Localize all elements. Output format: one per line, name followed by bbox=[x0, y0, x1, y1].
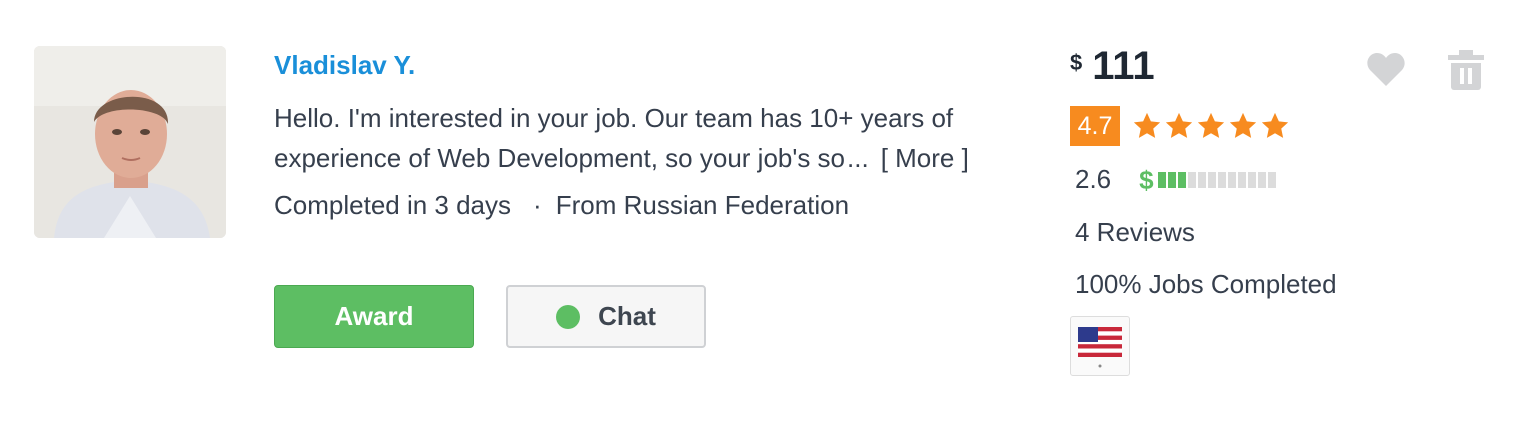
avatar-photo bbox=[34, 46, 226, 238]
earnings-bar bbox=[1237, 171, 1246, 188]
earnings-bar bbox=[1217, 171, 1226, 188]
rating-row: 4.7 bbox=[1070, 106, 1290, 146]
star-icon bbox=[1165, 112, 1193, 138]
description-line-2-text: experience of Web Development, so your j… bbox=[274, 143, 846, 173]
chat-button-label: Chat bbox=[598, 301, 656, 331]
rating-badge: 4.7 bbox=[1070, 106, 1120, 146]
earnings-bar bbox=[1227, 171, 1236, 188]
star-icon bbox=[1261, 112, 1289, 138]
description-line-2: experience of Web Development, so your j… bbox=[274, 138, 1014, 178]
award-button-label: Award bbox=[334, 301, 414, 331]
earnings-bar bbox=[1157, 171, 1166, 188]
earnings-bars bbox=[1157, 171, 1276, 188]
award-button[interactable]: Award bbox=[274, 285, 474, 348]
location: From Russian Federation bbox=[555, 190, 850, 220]
more-link[interactable]: [ More ] bbox=[881, 143, 969, 173]
earnings-bar bbox=[1207, 171, 1216, 188]
chat-button[interactable]: Chat bbox=[506, 285, 706, 348]
jobs-completed: 100% Jobs Completed bbox=[1075, 269, 1337, 299]
us-flag-icon bbox=[1078, 327, 1122, 368]
star-icon bbox=[1229, 112, 1257, 138]
earnings-bar bbox=[1257, 171, 1266, 188]
reviews-count[interactable]: 4 Reviews bbox=[1075, 217, 1195, 248]
star-icon bbox=[1197, 112, 1225, 138]
earnings-bar bbox=[1267, 171, 1276, 188]
star-icon bbox=[1133, 112, 1161, 138]
meta-separator: · bbox=[533, 190, 542, 220]
bid-description: Hello. I'm interested in your job. Our t… bbox=[274, 98, 1014, 178]
bid-price: $111 bbox=[1070, 44, 1155, 89]
earnings-bar bbox=[1187, 171, 1196, 188]
price-amount: 111 bbox=[1092, 44, 1155, 88]
bid-meta: Completed in 3 days · From Russian Federat… bbox=[274, 190, 849, 221]
earnings-bar bbox=[1197, 171, 1206, 188]
online-status-icon bbox=[556, 304, 581, 329]
price-currency: $ bbox=[1070, 50, 1083, 75]
earnings-score: 2.6 bbox=[1075, 164, 1112, 194]
star-rating bbox=[1132, 111, 1290, 141]
earnings-bar bbox=[1177, 171, 1186, 188]
completion-time: Completed in 3 days bbox=[274, 190, 512, 220]
freelancer-name-link[interactable]: Vladislav Y. bbox=[274, 50, 415, 81]
description-line-1: Hello. I'm interested in your job. Our t… bbox=[274, 103, 954, 133]
trash-icon[interactable] bbox=[1448, 50, 1484, 90]
earnings-bar bbox=[1247, 171, 1256, 188]
earnings-row: 2.6 $ bbox=[1075, 164, 1276, 195]
description-ellipsis: ... bbox=[847, 143, 869, 173]
dollar-icon: $ bbox=[1139, 164, 1154, 195]
avatar[interactable] bbox=[34, 46, 226, 238]
earnings-bar bbox=[1167, 171, 1176, 188]
heart-icon[interactable] bbox=[1366, 52, 1406, 88]
country-flag bbox=[1070, 316, 1130, 376]
